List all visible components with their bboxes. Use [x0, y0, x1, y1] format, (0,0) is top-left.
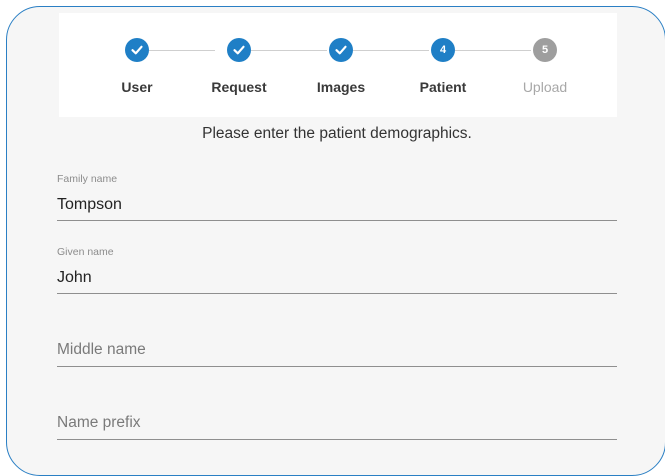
- step-user-indicator[interactable]: [125, 38, 149, 62]
- form-instruction: Please enter the patient demographics.: [202, 125, 472, 142]
- family-name-underline: [57, 220, 617, 221]
- step-images-label[interactable]: Images: [291, 79, 391, 95]
- step-patient-indicator[interactable]: 4: [431, 38, 455, 62]
- app-frame: User Request Images 4 Patient 5 Upload P…: [6, 6, 665, 476]
- step-request-label[interactable]: Request: [189, 79, 289, 95]
- name-prefix-field[interactable]: Name prefix: [57, 386, 617, 442]
- family-name-field[interactable]: Family name Tompson: [57, 167, 617, 223]
- progress-stepper: User Request Images 4 Patient 5 Upload: [59, 13, 617, 117]
- name-prefix-underline: [57, 439, 617, 440]
- step-images-indicator[interactable]: [329, 38, 353, 62]
- step-upload-label: Upload: [522, 79, 568, 95]
- family-name-input[interactable]: Tompson: [57, 196, 122, 214]
- step-connector: [455, 50, 531, 51]
- check-icon: [335, 45, 347, 55]
- step-connector: [353, 50, 429, 51]
- given-name-field[interactable]: Given name John: [57, 240, 617, 296]
- name-prefix-input[interactable]: Name prefix: [57, 414, 141, 432]
- middle-name-underline: [57, 366, 617, 367]
- given-name-input[interactable]: John: [57, 269, 92, 287]
- step-connector: [251, 50, 327, 51]
- family-name-label: Family name: [57, 173, 118, 185]
- check-icon: [233, 45, 245, 55]
- step-connector: [149, 50, 215, 51]
- check-icon: [131, 45, 143, 55]
- middle-name-input[interactable]: Middle name: [57, 341, 146, 359]
- given-name-label: Given name: [57, 246, 114, 258]
- middle-name-field[interactable]: Middle name: [57, 313, 617, 369]
- step-user-label[interactable]: User: [87, 79, 187, 95]
- step-patient-label[interactable]: Patient: [393, 79, 493, 95]
- step-upload-indicator: 5: [533, 38, 557, 62]
- given-name-underline: [57, 293, 617, 294]
- step-request-indicator[interactable]: [227, 38, 251, 62]
